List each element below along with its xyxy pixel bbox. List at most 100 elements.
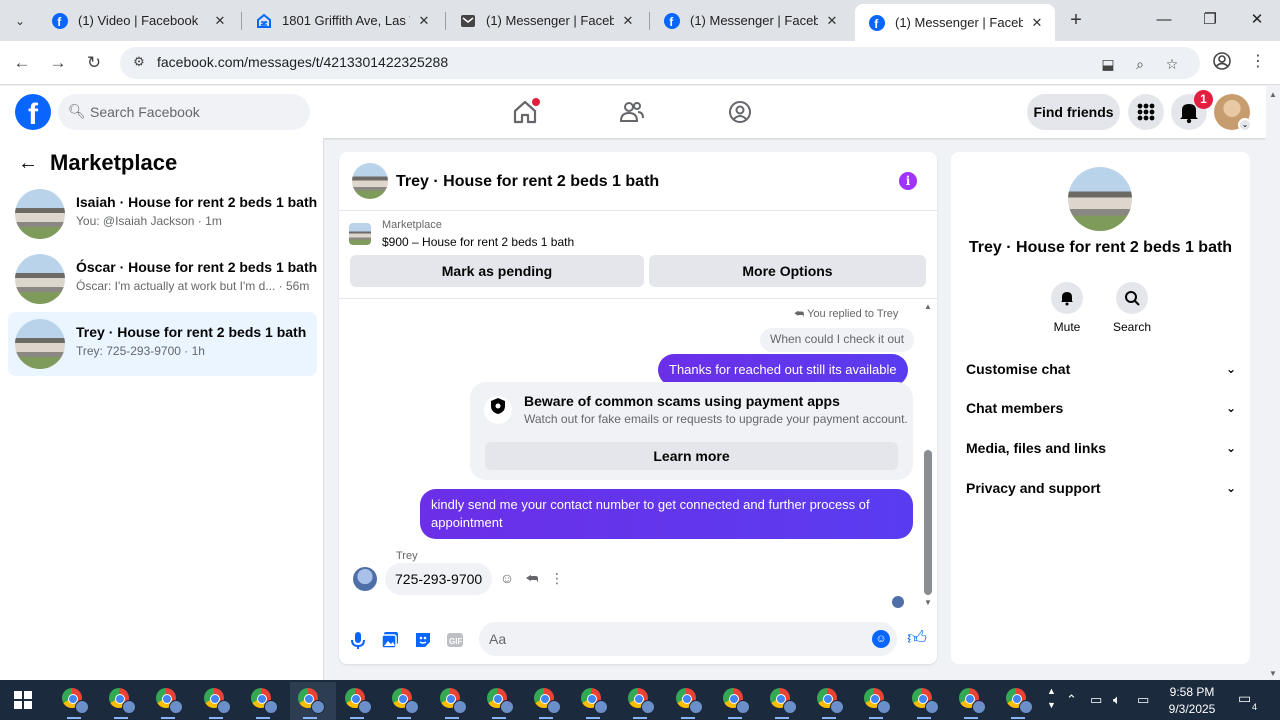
restore-window-icon[interactable]: ❐ (1198, 9, 1222, 33)
more-options-button[interactable]: More Options (649, 255, 926, 287)
privacy-support-section[interactable]: Privacy and support ⌄ (966, 473, 1236, 503)
chrome-taskbar-icon[interactable] (343, 686, 373, 714)
windows-start-icon[interactable] (14, 691, 32, 709)
taskbar-clock[interactable]: 9:58 PM 9/3/2025 (1162, 684, 1222, 718)
chrome-taskbar-icon[interactable] (296, 686, 325, 714)
more-options-icon[interactable]: ⋮ (548, 569, 566, 587)
new-tab-button[interactable]: + (1064, 9, 1088, 33)
close-window-icon[interactable]: ✕ (1245, 9, 1269, 33)
quoted-message[interactable]: When could I check it out (760, 328, 915, 352)
listing-thumbnail[interactable] (349, 223, 371, 245)
close-tab-icon[interactable]: ✕ (1029, 15, 1045, 31)
chrome-taskbar-icon[interactable] (768, 686, 797, 714)
chrome-taskbar-icon[interactable] (202, 686, 231, 714)
meeting-icon[interactable]: ▭ (1090, 692, 1102, 708)
chrome-taskbar-icon[interactable] (910, 686, 939, 714)
customise-chat-section[interactable]: Customise chat ⌄ (966, 354, 1236, 384)
back-arrow-icon[interactable]: ← (18, 152, 38, 175)
chrome-taskbar-icon[interactable] (957, 686, 986, 714)
chrome-taskbar-icon[interactable] (60, 686, 89, 714)
close-tab-icon[interactable]: ✕ (416, 13, 432, 29)
install-app-icon[interactable]: ⬓ (1098, 56, 1118, 76)
zoom-icon[interactable]: ⌕ (1130, 56, 1150, 76)
conversation-item-trey[interactable]: Trey · House for rent 2 beds 1 bath Trey… (8, 312, 317, 376)
browser-menu-icon[interactable]: ⋮ (1246, 51, 1270, 75)
scroll-up-arrow[interactable]: ▲ (1266, 90, 1280, 99)
scroll-down-arrow[interactable]: ▼ (922, 598, 934, 607)
conversation-item-oscar[interactable]: Óscar · House for rent 2 beds 1 bath Ósc… (8, 247, 317, 311)
page-scrollbar[interactable]: ▲ ▼ (1266, 86, 1280, 680)
sticker-icon[interactable] (413, 630, 433, 650)
friends-icon[interactable] (618, 98, 646, 126)
chrome-taskbar-icon[interactable] (390, 686, 420, 714)
message-input[interactable] (489, 622, 859, 656)
thumbs-up-icon[interactable]: 👍︎ (906, 628, 928, 650)
chrome-taskbar-icon[interactable] (626, 686, 656, 714)
chrome-taskbar-icon[interactable] (721, 686, 750, 714)
browser-tab-2[interactable]: 1801 Griffith Ave, Las Veg ✕ (242, 4, 442, 37)
chevron-up-icon[interactable]: ⌃ (1066, 692, 1077, 708)
browser-tab-4[interactable]: f (1) Messenger | Facebook ✕ (650, 4, 850, 37)
photo-icon[interactable] (380, 630, 400, 650)
close-tab-icon[interactable]: ✕ (620, 13, 636, 29)
find-friends-button[interactable]: Find friends (1027, 94, 1120, 130)
volume-icon[interactable]: 🔈︎ (1113, 692, 1121, 708)
chrome-taskbar-icon[interactable] (579, 686, 609, 714)
chrome-taskbar-icon[interactable] (107, 686, 137, 714)
back-arrow-icon[interactable]: ← (10, 51, 34, 75)
reload-icon[interactable]: ↻ (82, 51, 106, 75)
chrome-taskbar-icon[interactable] (1004, 686, 1033, 714)
facebook-search-input[interactable] (90, 94, 300, 130)
chrome-taskbar-icon[interactable] (154, 686, 184, 714)
url-text[interactable]: facebook.com/messages/t/4213301422325288 (157, 54, 448, 70)
browser-tab-1[interactable]: f (1) Video | Facebook ✕ (38, 4, 238, 37)
emoji-icon[interactable]: ☺ (872, 630, 890, 648)
close-tab-icon[interactable]: ✕ (824, 13, 840, 29)
scroll-up-arrow[interactable]: ▲ (922, 302, 934, 311)
facebook-search[interactable]: 🔍︎ (58, 94, 310, 130)
chrome-taskbar-icon[interactable] (438, 686, 467, 714)
network-icon[interactable]: ▭ (1137, 692, 1149, 708)
listing-title[interactable]: $900 – House for rent 2 beds 1 bath (382, 235, 574, 249)
address-bar[interactable]: ⚙ facebook.com/messages/t/42133014223252… (120, 47, 1200, 79)
learn-more-button[interactable]: Learn more (485, 442, 898, 470)
tab-search-icon[interactable]: ⌄ (8, 9, 32, 33)
chrome-taskbar-icon[interactable] (862, 686, 892, 714)
chrome-taskbar-icon[interactable] (815, 686, 845, 714)
tray-scroll-arrows[interactable]: ▲ ▼ (1047, 684, 1056, 712)
search-conversation-button[interactable]: Search (1107, 282, 1157, 334)
groups-icon[interactable] (726, 98, 754, 126)
bookmark-star-icon[interactable]: ☆ (1162, 56, 1182, 76)
mute-button[interactable]: Mute (1042, 282, 1092, 334)
outgoing-message[interactable]: kindly send me your contact number to ge… (420, 489, 913, 539)
forward-arrow-icon[interactable]: → (46, 51, 70, 75)
facebook-logo-icon[interactable]: f (15, 94, 51, 130)
browser-tab-5-active[interactable]: f (1) Messenger | Facebook ✕ (855, 4, 1055, 41)
reply-icon[interactable]: ⮪ (523, 569, 541, 587)
close-tab-icon[interactable]: ✕ (212, 13, 228, 29)
mark-as-pending-button[interactable]: Mark as pending (350, 255, 644, 287)
react-emoji-icon[interactable]: ☺ (498, 569, 516, 587)
browser-tab-3[interactable]: (1) Messenger | Facebook ✕ (446, 4, 646, 37)
listing-thumbnail[interactable] (352, 163, 388, 199)
profile-icon[interactable] (1210, 51, 1234, 75)
chrome-taskbar-icon[interactable] (485, 686, 514, 714)
message-input-box[interactable]: ☺ (479, 622, 897, 656)
gif-icon[interactable]: GIF (445, 630, 465, 650)
menu-grid-button[interactable] (1128, 94, 1164, 130)
site-settings-icon[interactable]: ⚙ (130, 54, 148, 72)
chevron-down-icon[interactable]: ⌄ (1238, 118, 1252, 132)
scrollbar-thumb[interactable] (924, 450, 932, 595)
chat-title[interactable]: Trey · House for rent 2 beds 1 bath (396, 173, 659, 191)
chrome-taskbar-icon[interactable] (674, 686, 703, 714)
sender-avatar[interactable] (353, 567, 377, 591)
conversation-item-isaiah[interactable]: Isaiah · House for rent 2 beds 1 bath Yo… (8, 182, 317, 246)
microphone-icon[interactable] (348, 630, 368, 650)
scroll-down-arrow[interactable]: ▼ (1266, 669, 1280, 678)
chat-members-section[interactable]: Chat members ⌄ (966, 393, 1236, 423)
chrome-taskbar-icon[interactable] (532, 686, 561, 714)
media-files-links-section[interactable]: Media, files and links ⌄ (966, 433, 1236, 463)
minimize-window-icon[interactable]: — (1152, 9, 1176, 33)
listing-thumbnail[interactable] (1068, 167, 1132, 231)
chrome-taskbar-icon[interactable] (249, 686, 278, 714)
